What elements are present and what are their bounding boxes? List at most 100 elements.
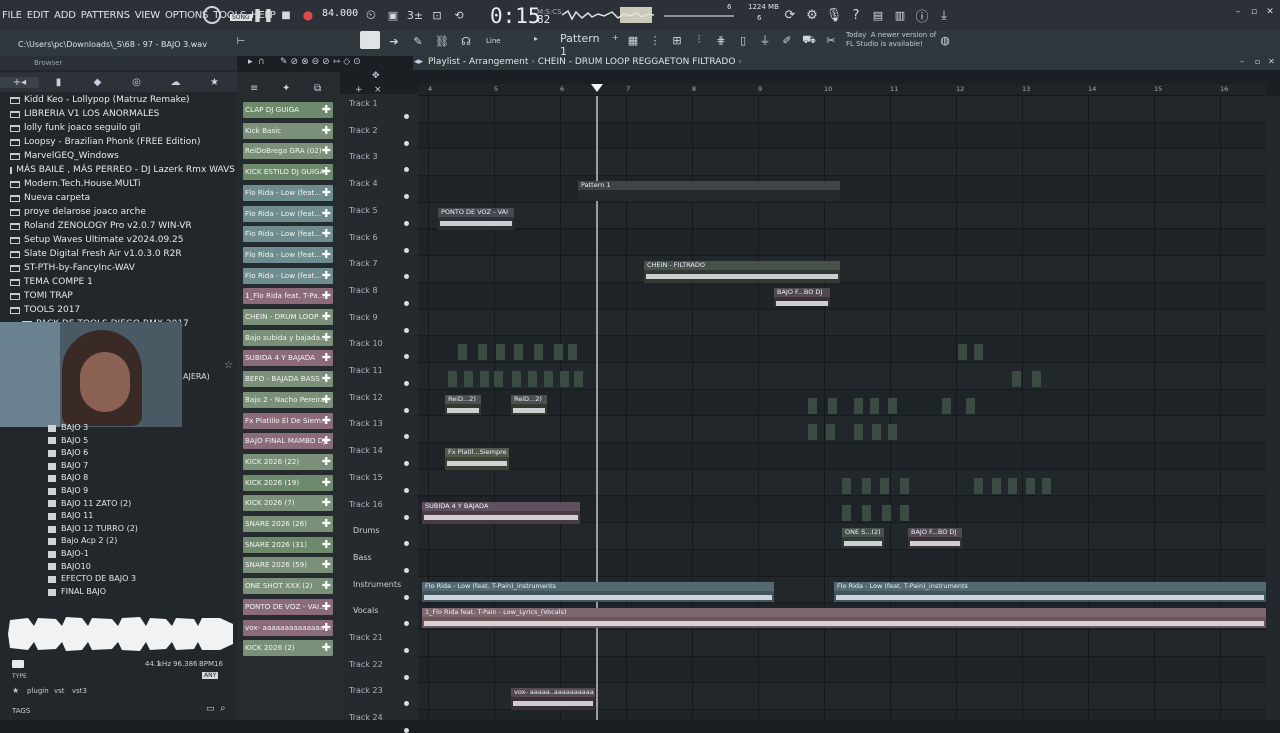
help-icon[interactable]: ? xyxy=(848,6,864,24)
clip-slice[interactable] xyxy=(464,371,473,387)
channel-button[interactable]: Flo Rida - Low (feat... ✚ xyxy=(243,226,333,243)
clip-slice[interactable] xyxy=(966,397,975,414)
channel-button[interactable]: Kick Basic ✚ xyxy=(243,122,333,139)
clip-slice[interactable] xyxy=(958,344,967,361)
clip-slice[interactable] xyxy=(528,371,537,387)
song-mode-dial-icon[interactable] xyxy=(203,6,221,24)
channel-add-icon[interactable]: ✚ xyxy=(322,516,331,532)
clip-slice[interactable] xyxy=(882,504,891,521)
browser-file[interactable]: BAJO 6 xyxy=(48,447,233,460)
playlist-clip[interactable]: ReiD...2) xyxy=(511,394,547,415)
piano-roll-icon[interactable]: ⊞ xyxy=(668,31,686,49)
channel-add-icon[interactable]: ✚ xyxy=(322,433,331,449)
playlist-tools-icons[interactable]: ✎⊘⊗⊖⊘⇿◇⊙ xyxy=(280,57,364,67)
channel-add-icon[interactable]: ✚ xyxy=(322,350,331,366)
clip-slice[interactable] xyxy=(808,397,817,414)
channel-button[interactable]: KICK ESTILO DJ GUIGA ✚ xyxy=(243,164,333,181)
channel-rack-arrow-icon[interactable]: ▸ xyxy=(248,57,253,67)
channel-button[interactable]: vox- aaaaaaaaaaaaaa... ✚ xyxy=(243,619,333,636)
playlist-menu-icon[interactable]: ◂▸ xyxy=(414,57,423,67)
track-mute-led[interactable] xyxy=(404,167,409,173)
channel-add-icon[interactable]: ✚ xyxy=(322,454,331,470)
star-icon[interactable]: ☆ xyxy=(224,360,233,371)
globe-icon[interactable]: ◍ xyxy=(938,33,952,47)
channel-add-icon[interactable]: ✚ xyxy=(322,537,331,553)
clip-slice[interactable] xyxy=(574,371,583,387)
clip-slice[interactable] xyxy=(888,397,897,414)
microphone-icon[interactable]: 🎙 xyxy=(826,6,843,24)
playlist-close-icon[interactable]: ✕ xyxy=(1268,57,1275,66)
track-mute-led[interactable] xyxy=(404,354,409,360)
track-mute-led[interactable] xyxy=(404,434,409,440)
playlist-maximize-icon[interactable]: ▫ xyxy=(1255,57,1260,66)
track-mute-led[interactable] xyxy=(404,701,409,707)
browser-folder[interactable]: Slate Digital Fresh Air v1.0.3.0 R2R xyxy=(10,247,235,261)
track-name[interactable]: Track 4 xyxy=(349,179,378,188)
clip-slice[interactable] xyxy=(1012,371,1021,387)
track-name[interactable]: Track 15 xyxy=(349,473,383,482)
track-mute-led[interactable] xyxy=(404,567,409,573)
browser-folder[interactable]: Kidd Keo - Lollypop (Matruz Remake) xyxy=(10,93,235,107)
song-mode-label[interactable]: SONG xyxy=(230,14,252,21)
browser-folder[interactable]: lolly funk joaco seguilo gil xyxy=(10,121,235,135)
edit-icon[interactable]: ✎ xyxy=(409,32,427,50)
download-icon[interactable]: ⤓ xyxy=(936,6,952,24)
browser-folder[interactable]: TOOLS 2017 xyxy=(10,303,235,317)
channel-button[interactable]: Flo Rida - Low (feat... ✚ xyxy=(243,246,333,263)
stop-icon[interactable]: ■ xyxy=(278,6,294,24)
tag-vst[interactable]: vst xyxy=(54,687,65,695)
add-pattern-icon[interactable]: + xyxy=(612,33,619,42)
track-name[interactable]: Track 22 xyxy=(349,660,383,669)
channel-button[interactable]: KICK 2026 (22) ✚ xyxy=(243,453,333,470)
channel-button[interactable]: 1_Flo Rida feat. T-Pa... ✚ xyxy=(243,288,333,305)
close-icon[interactable]: ✕ xyxy=(1264,6,1276,18)
playlist-clip[interactable]: Flo Rida - Low (feat. T-Pain)_instrument… xyxy=(834,581,1266,602)
playhead-marker-icon[interactable] xyxy=(591,84,603,94)
channel-add-icon[interactable]: ✚ xyxy=(322,164,331,180)
car-icon[interactable]: ⛟ xyxy=(800,31,818,49)
zoom-icon[interactable]: ✥ xyxy=(372,71,380,81)
menu-file[interactable]: FILE xyxy=(2,10,22,21)
browser-file[interactable]: BAJO 5 xyxy=(48,435,233,448)
browser-folder[interactable]: Setup Waves Ultimate v2024.09.25 xyxy=(10,233,235,247)
browser-file[interactable]: BAJO 9 xyxy=(48,485,233,498)
track-mute-led[interactable] xyxy=(404,381,409,386)
channel-button[interactable]: CLAP DJ GUIGA ✚ xyxy=(243,102,333,118)
headphones-icon[interactable]: ☊ xyxy=(457,32,475,50)
track-mute-led[interactable] xyxy=(404,621,409,627)
track-name[interactable]: Track 12 xyxy=(349,393,383,402)
channel-add-icon[interactable]: ✚ xyxy=(322,557,331,573)
channel-add-icon[interactable]: ✚ xyxy=(322,268,331,284)
channel-button[interactable]: SNARE 2026 (31) ✚ xyxy=(243,536,333,553)
track-name[interactable]: Track 23 xyxy=(349,686,383,695)
restart-icon[interactable]: ⟳ xyxy=(782,6,798,24)
menu-add[interactable]: ADD xyxy=(54,10,76,21)
playlist-minimize-icon[interactable]: – xyxy=(1240,57,1244,66)
link-icon[interactable]: ⛓ xyxy=(433,32,451,50)
menu-view[interactable]: VIEW xyxy=(135,10,160,21)
channel-button[interactable]: PONTO DE VOZ - VAI... ✚ xyxy=(243,598,333,615)
track-mute-led[interactable] xyxy=(404,728,409,733)
magnet-icon[interactable]: ∩ xyxy=(258,57,265,67)
clip-slice[interactable] xyxy=(514,344,523,361)
clip-slice[interactable] xyxy=(888,424,897,441)
track-name[interactable]: Track 9 xyxy=(349,313,378,322)
playlist-clip[interactable]: vox- aaaaa..aaaaaaaaaa xyxy=(511,688,595,711)
clip-slice[interactable] xyxy=(1026,477,1035,494)
blend-notes-icon[interactable]: ⊡ xyxy=(428,6,446,24)
audio-settings-icon[interactable]: ⚙ xyxy=(804,6,820,24)
playlist-view-icon[interactable] xyxy=(360,31,380,49)
browser-folder[interactable]: Loopsy - Brazilian Phonk (FREE Edition) xyxy=(10,135,235,149)
browser-folder[interactable]: Roland ZENOLOGY Pro v2.0.7 WIN-VR xyxy=(10,219,235,233)
clip-slice[interactable] xyxy=(854,397,863,414)
document-icon[interactable]: ▯ xyxy=(734,31,752,49)
browser-file[interactable]: BAJO 11 xyxy=(48,510,233,523)
clip-slice[interactable] xyxy=(992,477,1001,494)
track-name[interactable]: Track 6 xyxy=(349,233,378,242)
clip-slice[interactable] xyxy=(842,477,851,494)
channel-add-icon[interactable]: ✚ xyxy=(322,413,331,429)
track-name[interactable]: Track 13 xyxy=(349,419,383,428)
playlist-clip[interactable]: SUBIDA 4 Y BAJADA xyxy=(422,501,580,524)
track-name[interactable]: Track 5 xyxy=(349,206,378,215)
browser-folder[interactable]: proye delarose joaco arche xyxy=(10,205,235,219)
